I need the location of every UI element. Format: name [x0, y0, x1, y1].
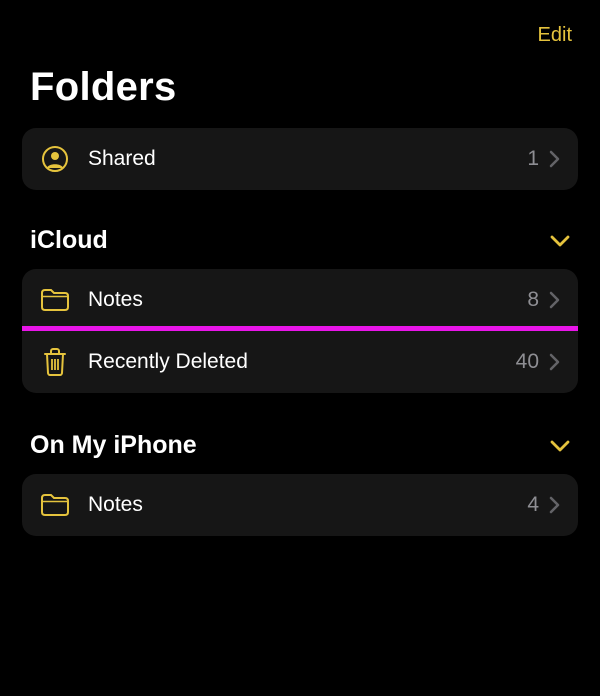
folder-label: Notes — [88, 493, 527, 517]
chevron-right-icon — [549, 496, 560, 514]
folder-label: Recently Deleted — [88, 350, 516, 374]
folder-label: Shared — [88, 147, 527, 171]
section-title: On My iPhone — [30, 431, 197, 460]
chevron-down-icon — [550, 235, 570, 247]
person-circle-icon — [40, 144, 70, 174]
folder-icon — [40, 285, 70, 315]
shared-group: Shared 1 — [22, 128, 578, 190]
folder-count: 40 — [516, 350, 539, 374]
folder-icon — [40, 490, 70, 520]
on-my-iphone-group: Notes 4 — [22, 474, 578, 536]
chevron-right-icon — [549, 353, 560, 371]
section-header-icloud[interactable]: iCloud — [0, 190, 600, 269]
folder-count: 8 — [527, 288, 539, 312]
folder-row-shared[interactable]: Shared 1 — [22, 128, 578, 190]
folder-row-notes[interactable]: Notes 8 — [22, 269, 578, 331]
section-header-on-my-iphone[interactable]: On My iPhone — [0, 393, 600, 474]
folder-label: Notes — [88, 288, 527, 312]
page-title: Folders — [0, 47, 600, 128]
chevron-right-icon — [549, 291, 560, 309]
trash-icon — [40, 347, 70, 377]
section-title: iCloud — [30, 226, 108, 255]
folder-count: 1 — [527, 147, 539, 171]
edit-button[interactable]: Edit — [538, 24, 572, 47]
chevron-right-icon — [549, 150, 560, 168]
folder-row-notes-local[interactable]: Notes 4 — [22, 474, 578, 536]
highlight-box: Recently Deleted 40 — [22, 326, 578, 393]
icloud-group: Notes 8 Recently Deleted 40 — [22, 269, 578, 393]
chevron-down-icon — [550, 440, 570, 452]
folder-count: 4 — [527, 493, 539, 517]
folder-row-recently-deleted[interactable]: Recently Deleted 40 — [22, 331, 578, 393]
top-bar: Edit — [0, 0, 600, 47]
